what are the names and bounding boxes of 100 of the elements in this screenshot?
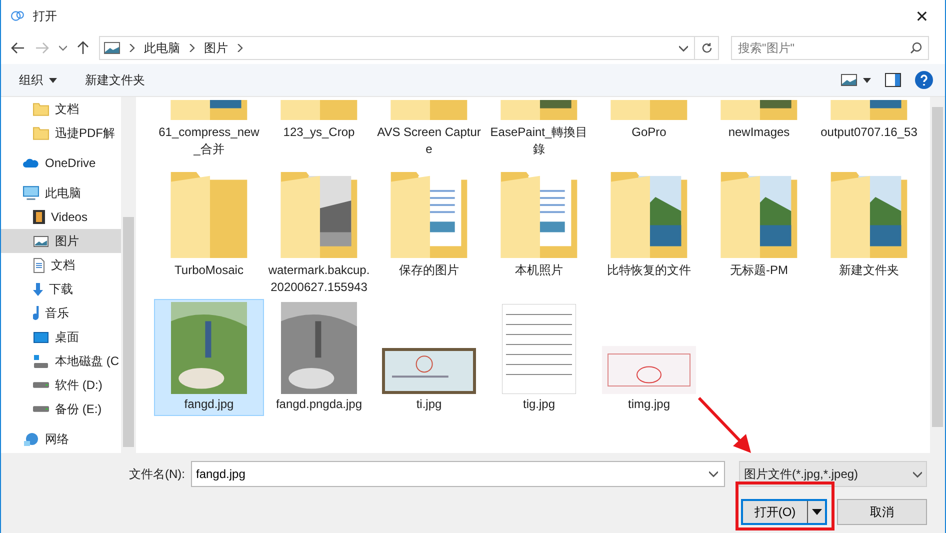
desktop-icon — [33, 332, 49, 342]
recent-locations-button[interactable] — [59, 44, 67, 52]
file-name: tig.jpg — [522, 396, 556, 413]
file-name: 新建文件夹 — [838, 262, 900, 279]
file-item[interactable]: TurboMosaic — [154, 165, 264, 299]
filename-label: 文件名(N): — [129, 466, 185, 482]
nav-pane-item[interactable]: 本地磁盘 (C — [1, 349, 121, 373]
chevron-down-icon — [913, 470, 922, 478]
file-item[interactable]: watermark.bakcup.20200627.155943 — [264, 165, 374, 299]
chevron-down-icon — [679, 44, 688, 52]
nav-pane-item[interactable]: 备份 (E:) — [1, 397, 121, 421]
search-icon — [910, 42, 922, 54]
file-item[interactable]: 比特恢复的文件 — [594, 165, 704, 299]
up-arrow-icon — [77, 41, 89, 55]
app-icon — [11, 11, 25, 21]
file-item[interactable]: 61_compress_new_合并 — [154, 97, 264, 161]
document-icon — [33, 258, 45, 272]
file-item[interactable]: 新建文件夹 — [814, 165, 924, 299]
nav-pane-item[interactable]: 图片 — [1, 229, 121, 253]
computer-icon — [23, 186, 39, 200]
drive-icon — [33, 382, 49, 388]
filename-field[interactable]: fangd.jpg — [191, 461, 725, 487]
preview-pane-button[interactable] — [885, 73, 901, 87]
file-name: 61_compress_new_合并 — [158, 124, 260, 158]
file-item[interactable]: output0707.16_53 — [814, 97, 924, 161]
file-item[interactable]: GoPro — [594, 97, 704, 161]
nav-pane-item[interactable]: 桌面 — [1, 325, 121, 349]
scrollbar[interactable] — [930, 97, 945, 453]
chevron-right-icon — [128, 44, 136, 52]
pictures-icon — [104, 42, 120, 54]
breadcrumb[interactable]: 此电脑 — [144, 40, 180, 56]
file-name: newImages — [727, 124, 791, 141]
caret-icon — [812, 509, 822, 515]
refresh-button[interactable] — [695, 36, 719, 60]
search-field[interactable]: 搜索"图片" — [731, 36, 929, 60]
network-icon — [23, 432, 39, 446]
nav-pane-item[interactable]: 此电脑 — [1, 181, 121, 205]
file-name: GoPro — [630, 124, 668, 141]
nav-pane-item[interactable]: Videos — [1, 205, 121, 229]
file-name: AVS Screen Capture — [377, 124, 481, 158]
chevron-down-icon — [709, 470, 718, 478]
cancel-button[interactable]: 取消 — [837, 499, 927, 525]
file-name: 无标题-PM — [729, 262, 789, 279]
chevron-right-icon — [236, 44, 244, 52]
file-item[interactable]: AVS Screen Capture — [374, 97, 484, 161]
drive-icon — [33, 406, 49, 412]
pane-icon — [885, 73, 901, 87]
file-name: 123_ys_Crop — [282, 124, 356, 141]
file-name: 本机照片 — [514, 262, 564, 279]
file-item[interactable]: 本机照片 — [484, 165, 594, 299]
pictures-icon — [841, 74, 857, 86]
up-button[interactable] — [77, 41, 89, 55]
file-item[interactable]: fangd.pngda.jpg — [264, 299, 374, 416]
file-item[interactable]: tig.jpg — [484, 299, 594, 416]
caret-icon — [49, 78, 57, 82]
view-button[interactable] — [841, 74, 871, 86]
nav-pane-item[interactable]: 软件 (D:) — [1, 373, 121, 397]
file-item[interactable]: timg.jpg — [594, 299, 704, 416]
file-name: output0707.16_53 — [820, 124, 918, 141]
scrollbar[interactable] — [121, 97, 136, 453]
nav-pane-item[interactable]: 网络 — [1, 427, 121, 451]
nav-pane-item[interactable]: 迅捷PDF解 — [1, 121, 121, 145]
file-item[interactable]: EasePaint_轉換目錄 — [484, 97, 594, 161]
help-icon — [915, 71, 933, 89]
file-name: timg.jpg — [626, 396, 672, 413]
file-name: 保存的图片 — [398, 262, 460, 279]
cloud-icon — [23, 158, 39, 168]
chevron-right-icon — [188, 44, 196, 52]
open-button[interactable]: 打开(O) — [741, 499, 827, 525]
file-type-dropdown[interactable]: 图片文件(*.jpg,*.jpeg) — [739, 461, 927, 487]
breadcrumb[interactable]: 图片 — [204, 40, 228, 56]
file-item[interactable]: newImages — [704, 97, 814, 161]
file-item[interactable]: 123_ys_Crop — [264, 97, 374, 161]
nav-pane-item[interactable]: 下载 — [1, 277, 121, 301]
file-item[interactable]: 保存的图片 — [374, 165, 484, 299]
back-button[interactable] — [11, 42, 25, 54]
nav-pane-item[interactable]: OneDrive — [1, 151, 121, 175]
help-button[interactable] — [915, 71, 933, 89]
file-name: ti.jpg — [415, 396, 443, 413]
file-name: watermark.bakcup.20200627.155943 — [267, 262, 371, 296]
pictures-icon — [33, 236, 49, 246]
file-item[interactable]: 无标题-PM — [704, 165, 814, 299]
file-name: fangd.jpg — [183, 396, 235, 413]
nav-pane-item[interactable]: 文档 — [1, 253, 121, 277]
nav-pane-item[interactable]: 音乐 — [1, 301, 121, 325]
new-folder-button[interactable]: 新建文件夹 — [85, 72, 145, 88]
file-name: 比特恢复的文件 — [606, 262, 692, 279]
download-icon — [33, 282, 43, 296]
organize-button[interactable]: 组织 — [19, 72, 57, 88]
back-arrow-icon — [11, 42, 25, 54]
nav-pane-item[interactable]: 文档 — [1, 97, 121, 121]
drive-icon — [33, 354, 49, 368]
forward-arrow-icon — [35, 42, 49, 54]
close-button[interactable]: ✕ — [899, 0, 945, 32]
file-item[interactable]: ti.jpg — [374, 299, 484, 416]
address-bar[interactable]: 此电脑 图片 — [99, 36, 695, 60]
file-name: TurboMosaic — [174, 262, 244, 279]
refresh-icon — [700, 42, 712, 54]
file-item[interactable]: fangd.jpg — [154, 299, 264, 416]
window-title: 打开 — [33, 8, 58, 24]
